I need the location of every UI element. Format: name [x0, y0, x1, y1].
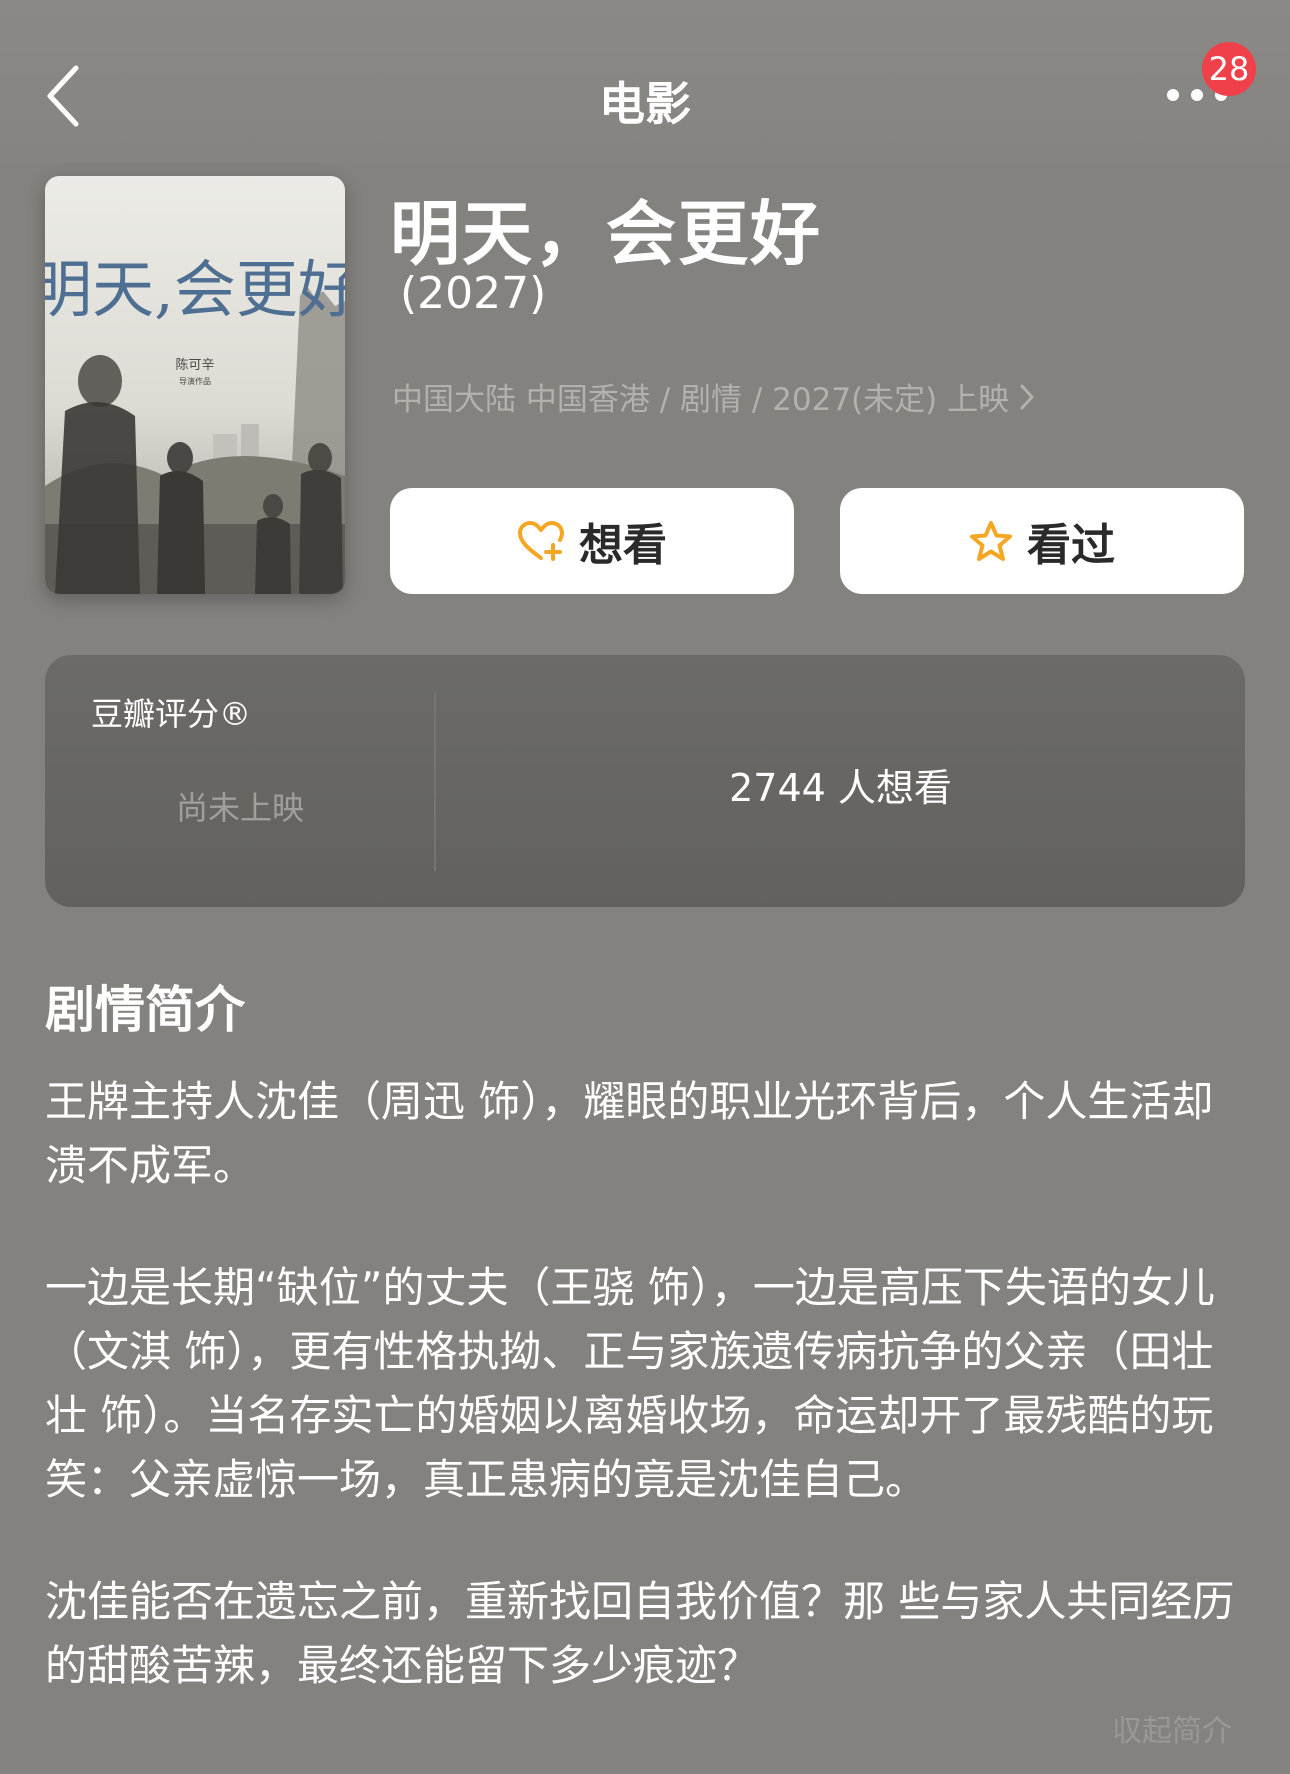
- movie-meta-link[interactable]: 中国大陆 中国香港 / 剧情 / 2027(未定) 上映: [392, 374, 1035, 419]
- synopsis-body: 王牌主持人沈佳（周迅 饰），耀眼的职业光环背后，个人生活却溃不成军。 一边是长期…: [45, 1070, 1250, 1756]
- douban-rating-label: 豆瓣评分®: [91, 695, 252, 733]
- synopsis-paragraph: 王牌主持人沈佳（周迅 饰），耀眼的职业光环背后，个人生活却溃不成军。: [45, 1077, 1214, 1190]
- chevron-right-icon: [1020, 384, 1034, 409]
- want-to-watch-label: 想看: [579, 520, 667, 571]
- movie-title: 明天，会更好: [390, 193, 822, 275]
- movie-meta-text: 中国大陆 中国香港 / 剧情 / 2027(未定) 上映: [392, 382, 1010, 418]
- watched-label: 看过: [1027, 520, 1115, 571]
- want-to-watch-button[interactable]: 想看: [390, 488, 794, 594]
- synopsis-paragraph: 沈佳能否在遗忘之前，重新找回自我价值？那 些与家人共同经历的甜酸苦辣，最终还能留…: [45, 1577, 1235, 1690]
- page-title: 电影: [599, 77, 691, 131]
- watched-button[interactable]: 看过: [840, 488, 1244, 594]
- movie-year: (2027): [400, 268, 547, 319]
- navigation-bar: 电影 28: [0, 0, 1290, 162]
- star-icon: [970, 521, 1012, 561]
- movie-poster[interactable]: 明天,会更好 陈可辛 导演作品: [45, 176, 345, 594]
- synopsis-heading: 剧情简介: [45, 981, 245, 1039]
- poster-title-art: 明天,会更好: [45, 253, 345, 326]
- notification-badge[interactable]: 28: [1202, 42, 1256, 96]
- synopsis-paragraph: 一边是长期“缺位”的丈夫（王骁 饰），一边是高压下失语的女儿（文淇 饰），更有性…: [45, 1263, 1215, 1504]
- rating-status: 尚未上映: [175, 789, 304, 827]
- poster-credit-subtitle: 导演作品: [179, 376, 211, 386]
- collapse-synopsis-link[interactable]: 収起简介: [1112, 1706, 1232, 1750]
- rating-card[interactable]: 豆瓣评分® 尚未上映 2744 人想看: [45, 655, 1245, 907]
- poster-credit-director: 陈可辛: [175, 357, 214, 373]
- heart-plus-icon: [518, 521, 564, 561]
- want-count: 2744 人想看: [729, 766, 952, 810]
- poster-image: 明天,会更好 陈可辛 导演作品: [45, 176, 345, 594]
